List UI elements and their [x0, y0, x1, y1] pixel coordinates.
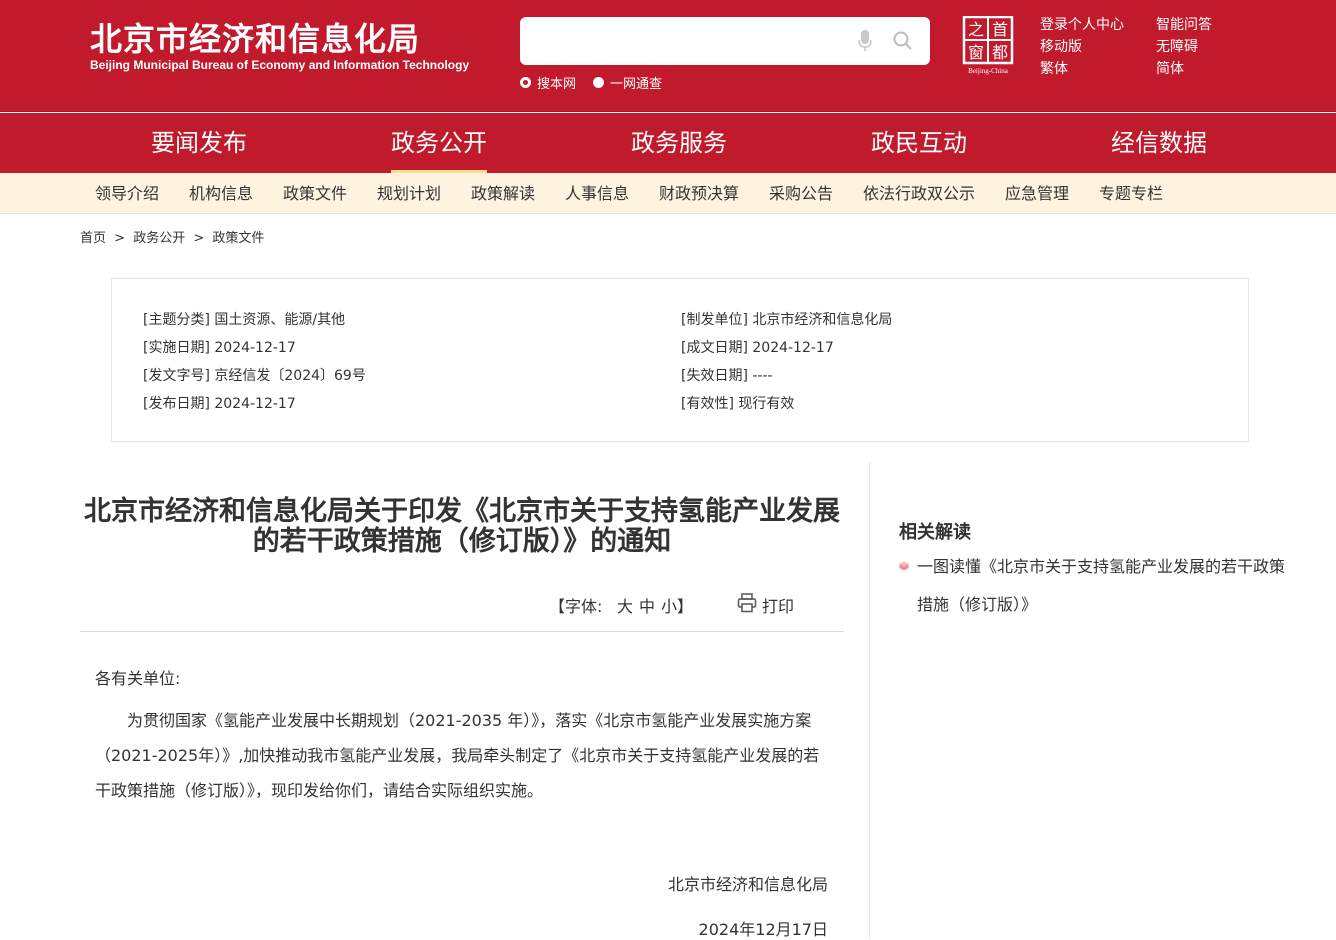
- article-body: 为贯彻国家《氢能产业发展中长期规划（2021-2035 年）》，落实《北京市氢能…: [95, 711, 820, 800]
- radio-icon: [593, 77, 604, 88]
- breadcrumb-separator: >: [114, 231, 126, 246]
- column-divider: [869, 462, 870, 939]
- search-input[interactable]: [534, 27, 854, 55]
- font-size-label: 【字体:: [549, 597, 603, 616]
- breadcrumb-separator: >: [193, 231, 205, 246]
- sub-nav-item[interactable]: 机构信息: [189, 173, 253, 214]
- sub-nav-item[interactable]: 专题专栏: [1099, 173, 1163, 214]
- sub-nav: 领导介绍 机构信息 政策文件 规划计划 政策解读 人事信息 财政预决算 采购公告…: [0, 173, 1336, 214]
- print-button[interactable]: 打印: [762, 593, 794, 617]
- seal-char: 首: [992, 20, 1008, 39]
- font-size-large-button[interactable]: 大: [617, 593, 633, 617]
- signature-date: 2024年12月17日: [698, 920, 828, 939]
- main-nav-gov-affairs[interactable]: 政务公开: [391, 113, 487, 173]
- site-title-en[interactable]: Beijing Municipal Bureau of Economy and …: [90, 58, 469, 72]
- meta-expiry-date: [失效日期] ----: [681, 368, 773, 384]
- bullet-icon: [899, 561, 909, 571]
- search-scope-all-label: 一网通查: [610, 77, 663, 92]
- meta-issuer: [制发单位] 北京市经济和信息化局: [681, 312, 893, 328]
- sub-nav-item[interactable]: 人事信息: [565, 173, 629, 214]
- font-size-medium-button[interactable]: 中: [639, 593, 655, 617]
- search-scope-site[interactable]: 搜本网: [520, 73, 576, 92]
- top-links-left: 登录个人中心 移动版 繁体: [1040, 14, 1124, 80]
- search-icon[interactable]: [893, 31, 913, 51]
- meta-effective-date: [实施日期] 2024-12-17: [143, 340, 296, 356]
- main-nav-news[interactable]: 要闻发布: [151, 113, 247, 173]
- seal-char: 窗: [968, 43, 984, 62]
- site-header: 北京市经济和信息化局 Beijing Municipal Bureau of E…: [0, 0, 1336, 112]
- search-scope-site-label: 搜本网: [537, 77, 577, 92]
- search-scope-all[interactable]: 一网通查: [593, 73, 662, 92]
- meta-publish-date: [发布日期] 2024-12-17: [143, 396, 296, 412]
- document-meta-box: [主题分类] 国土资源、能源/其他 [制发单位] 北京市经济和信息化局 [实施日…: [111, 278, 1249, 442]
- main-nav-services[interactable]: 政务服务: [631, 113, 727, 173]
- meta-validity: [有效性] 现行有效: [681, 396, 795, 412]
- traditional-chinese-link[interactable]: 繁体: [1040, 58, 1124, 80]
- salutation: 各有关单位:: [95, 669, 181, 688]
- smart-qa-link[interactable]: 智能问答: [1156, 14, 1212, 36]
- meta-topic: [主题分类] 国土资源、能源/其他: [143, 312, 346, 328]
- main-nav: 要闻发布 政务公开 政务服务 政民互动 经信数据: [0, 113, 1336, 173]
- simplified-chinese-link[interactable]: 简体: [1156, 58, 1212, 80]
- breadcrumb-home[interactable]: 首页: [80, 231, 106, 246]
- microphone-icon[interactable]: [858, 30, 872, 52]
- signature: 北京市经济和信息化局: [667, 875, 828, 894]
- breadcrumb-policy-docs[interactable]: 政策文件: [212, 231, 264, 246]
- printer-icon[interactable]: [737, 593, 757, 613]
- top-links-right: 智能问答 无障碍 简体: [1156, 14, 1212, 80]
- font-size-small-button[interactable]: 小】: [661, 593, 693, 617]
- main-nav-interaction[interactable]: 政民互动: [871, 113, 967, 173]
- seal-caption: Beijing-China: [968, 67, 1009, 75]
- meta-doc-number: [发文字号] 京经信发〔2024〕69号: [143, 368, 366, 384]
- meta-written-date: [成文日期] 2024-12-17: [681, 340, 834, 356]
- sub-nav-item[interactable]: 领导介绍: [95, 173, 159, 214]
- related-interpretation-link[interactable]: 一图读懂《北京市关于支持氢能产业发展的若干政策措施（修订版）》: [917, 548, 1287, 624]
- seal-char: 都: [992, 43, 1008, 62]
- sub-nav-item[interactable]: 财政预决算: [659, 173, 739, 214]
- related-interpretation-title: 相关解读: [899, 522, 971, 543]
- site-title-cn[interactable]: 北京市经济和信息化局: [90, 14, 420, 60]
- seal-char: 之: [968, 20, 984, 39]
- radio-selected-icon: [520, 77, 531, 88]
- sub-nav-item[interactable]: 采购公告: [769, 173, 833, 214]
- accessibility-link[interactable]: 无障碍: [1156, 36, 1212, 58]
- sub-nav-item[interactable]: 规划计划: [377, 173, 441, 214]
- sub-nav-item[interactable]: 依法行政双公示: [863, 173, 975, 214]
- capital-window-seal-logo[interactable]: 之 首 窗 都 Beijing-China: [962, 16, 1016, 76]
- article-title: 北京市经济和信息化局关于印发《北京市关于支持氢能产业发展的若干政策措施（修订版）…: [84, 496, 840, 557]
- sub-nav-item[interactable]: 应急管理: [1005, 173, 1069, 214]
- mobile-link[interactable]: 移动版: [1040, 36, 1124, 58]
- title-divider: [80, 631, 844, 632]
- sub-nav-item[interactable]: 政策文件: [283, 173, 347, 214]
- login-link[interactable]: 登录个人中心: [1040, 14, 1124, 36]
- breadcrumb-gov-affairs[interactable]: 政务公开: [133, 231, 185, 246]
- breadcrumb: 首页 > 政务公开 > 政策文件: [80, 227, 268, 246]
- sub-nav-item[interactable]: 政策解读: [471, 173, 535, 214]
- main-nav-data[interactable]: 经信数据: [1111, 113, 1207, 173]
